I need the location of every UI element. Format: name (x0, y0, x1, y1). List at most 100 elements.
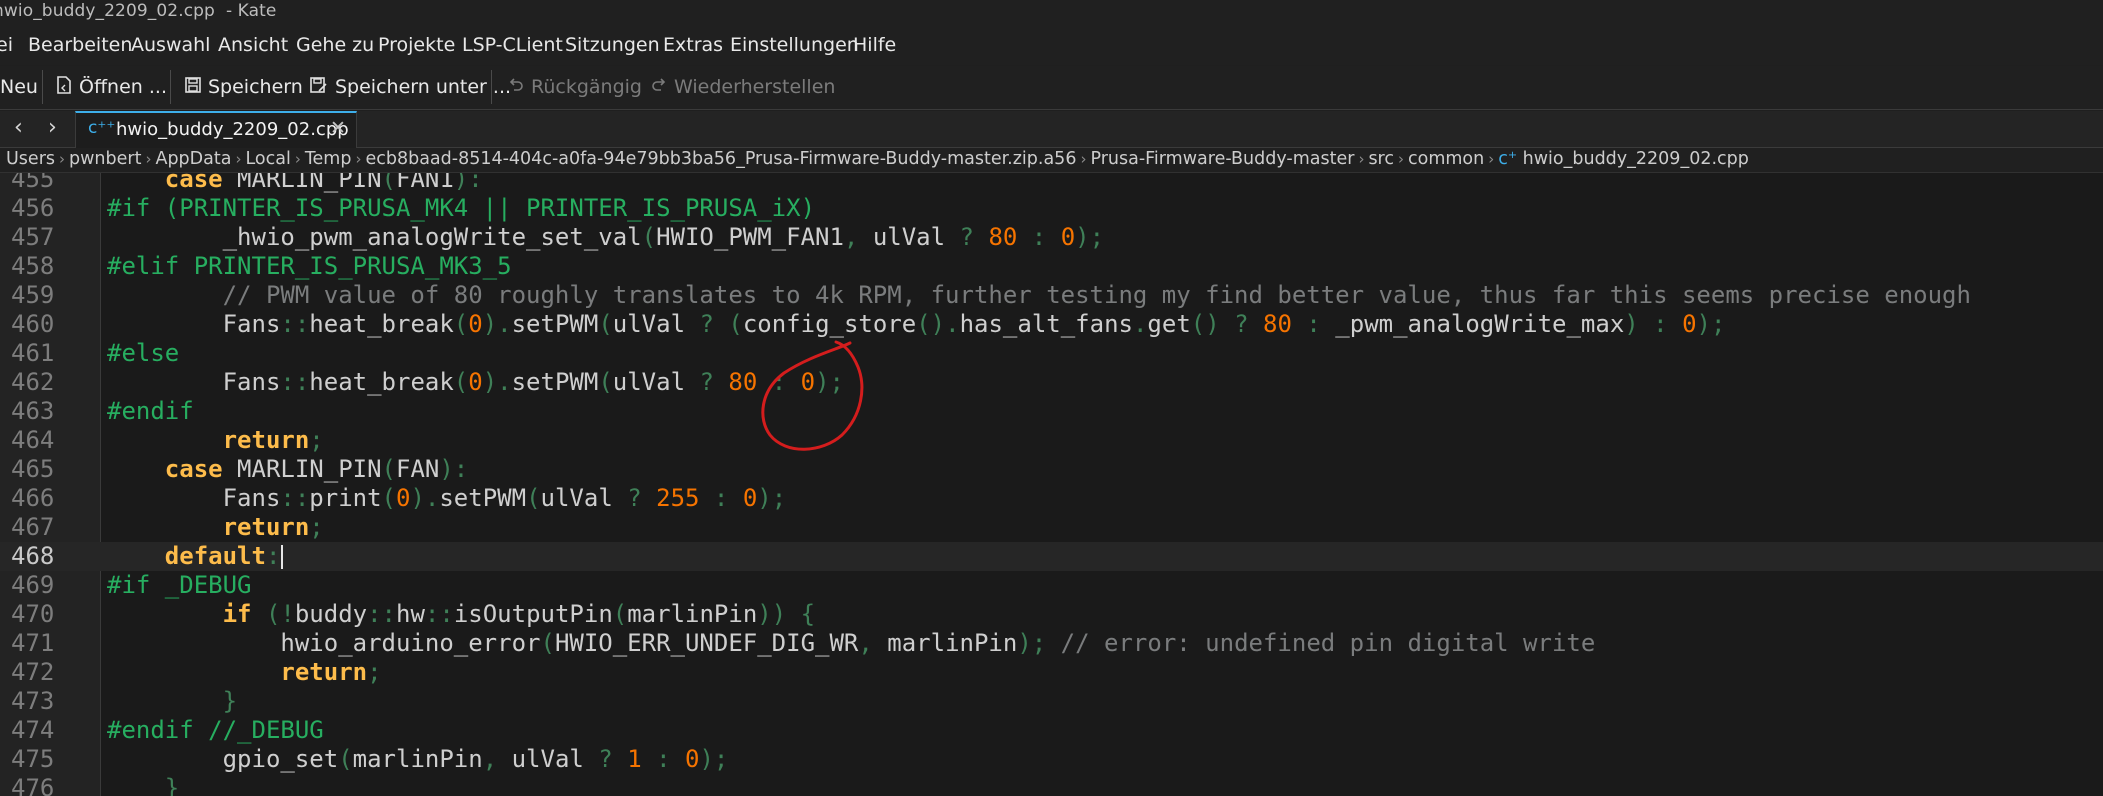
code-line[interactable]: 469 #if _DEBUG (0, 571, 2103, 600)
code-line[interactable]: 465 case MARLIN_PIN(FAN): (0, 455, 2103, 484)
code-line[interactable]: 472 return; (0, 658, 2103, 687)
menu-view[interactable]: Ansicht (218, 34, 288, 56)
code-text: gpio_set(marlinPin, ulVal ? 1 : 0); (107, 745, 729, 774)
undo-button[interactable]: Rückgängig (508, 72, 642, 102)
code-line[interactable]: 463 #endif (0, 397, 2103, 426)
code-token: #endif //_DEBUG (107, 716, 324, 744)
code-token: 0 (685, 745, 700, 773)
code-text: return; (107, 513, 324, 542)
code-text: #endif (107, 397, 194, 426)
breadcrumb-item[interactable]: Local (245, 149, 290, 169)
menu-go[interactable]: Gehe zu (296, 34, 374, 56)
save-as-button[interactable]: Speichern unter ... (310, 72, 511, 102)
code-token: hwio_arduino_error (107, 629, 541, 657)
breadcrumb-separator: › (235, 150, 242, 168)
code-line[interactable]: 473 } (0, 687, 2103, 716)
menu-bar: ei Bearbeiten Auswahl Ansicht Gehe zu Pr… (0, 29, 2103, 65)
code-token: :: (280, 310, 310, 338)
code-editor[interactable]: 455 case MARLIN_PIN(FAN1): 456 #if (PRINTE… (0, 173, 2103, 796)
breadcrumb-item[interactable]: hwio_buddy_2209_02.cpp (1523, 149, 1749, 169)
line-number: 455 (11, 173, 55, 193)
menu-tools[interactable]: Extras (663, 34, 723, 56)
code-text: #if (PRINTER_IS_PRUSA_MK4 || PRINTER_IS_… (107, 194, 815, 223)
breadcrumb-item[interactable]: src (1368, 149, 1394, 169)
code-line[interactable]: 457 _hwio_pwm_analogWrite_set_val(HWIO_P… (0, 223, 2103, 252)
code-line[interactable]: 475 gpio_set(marlinPin, ulVal ? 1 : 0); (0, 745, 2103, 774)
save-as-label: Speichern unter ... (335, 76, 512, 98)
menu-edit[interactable]: Bearbeiten (28, 34, 132, 56)
code-token: (). (916, 310, 960, 338)
code-token: case (164, 173, 223, 193)
breadcrumb-item[interactable]: pwnbert (69, 149, 141, 169)
redo-button[interactable]: Wiederherstellen (651, 72, 835, 102)
code-line[interactable]: 470 if (!buddy::hw::isOutputPin(marlinPi… (0, 600, 2103, 629)
code-line[interactable]: 468 default: (0, 542, 2103, 571)
code-token: _pwm_analogWrite_max (1335, 310, 1625, 338)
menu-settings[interactable]: Einstellungen (730, 34, 859, 56)
menu-sessions[interactable]: Sitzungen (565, 34, 660, 56)
breadcrumb-item[interactable]: AppData (155, 149, 231, 169)
code-line[interactable]: 462 Fans::heat_break(0).setPWM(ulVal ? 8… (0, 368, 2103, 397)
breadcrumb-item[interactable]: Temp (305, 149, 352, 169)
code-token: ); (699, 745, 729, 773)
tab-hwio-buddy[interactable]: c⁺⁺ hwio_buddy_2209_02.cpp ✕ (75, 111, 357, 148)
menu-projects[interactable]: Projekte (378, 34, 455, 56)
code-text: // PWM value of 80 roughly translates to… (107, 281, 1971, 310)
cpp-file-icon: c⁺ (1498, 149, 1523, 169)
code-line[interactable]: 459 // PWM value of 80 roughly translate… (0, 281, 2103, 310)
menu-selection[interactable]: Auswahl (131, 34, 210, 56)
code-token: :: (280, 368, 310, 396)
breadcrumb-item[interactable]: Prusa-Firmware-Buddy-master (1090, 149, 1354, 169)
code-line[interactable]: 466 Fans::print(0).setPWM(ulVal ? 255 : … (0, 484, 2103, 513)
code-token: ( (338, 745, 353, 773)
code-line[interactable]: 455 case MARLIN_PIN(FAN1): (0, 173, 2103, 194)
code-text: } (107, 687, 237, 716)
code-line[interactable]: 461 #else (0, 339, 2103, 368)
code-token: 0 (800, 368, 816, 396)
breadcrumb-item[interactable]: Users (6, 149, 55, 169)
code-token: return (222, 513, 310, 541)
open-button[interactable]: Öffnen ... (56, 72, 167, 102)
code-token: #if (PRINTER_IS_PRUSA_MK4 || PRINTER_IS_… (107, 194, 816, 222)
code-token: #if _DEBUG (107, 571, 252, 599)
code-token: 1 (627, 745, 642, 773)
breadcrumb-item[interactable]: ecb8baad-8514-404c-a0fa-94e79bb3ba56_Pru… (365, 149, 1076, 169)
save-button[interactable]: Speichern (185, 72, 303, 102)
code-text: Fans::heat_break(0).setPWM(ulVal ? 80 : … (107, 368, 844, 397)
code-line[interactable]: 460 Fans::heat_break(0).setPWM(ulVal ? (… (0, 310, 2103, 339)
code-token: ); (757, 484, 787, 512)
menu-help[interactable]: Hilfe (853, 34, 896, 56)
code-line[interactable]: 471 hwio_arduino_error(HWIO_ERR_UNDEF_DI… (0, 629, 2103, 658)
code-token: print (309, 484, 382, 512)
code-line[interactable]: 467 return; (0, 513, 2103, 542)
code-token: ulVal (612, 368, 700, 396)
code-line[interactable]: 464 return; (0, 426, 2103, 455)
new-button[interactable]: Neu (0, 72, 38, 102)
title-bar: hwio_buddy_2209_02.cpp - Kate (0, 0, 2103, 29)
chevron-right-icon[interactable]: › (48, 115, 57, 140)
code-line[interactable]: 458 #elif PRINTER_IS_PRUSA_MK3_5 (0, 252, 2103, 281)
code-text: case MARLIN_PIN(FAN): (107, 455, 468, 484)
menu-file[interactable]: ei (0, 34, 13, 56)
code-token: )) { (757, 600, 816, 628)
code-line[interactable]: 456 #if (PRINTER_IS_PRUSA_MK4 || PRINTER_… (0, 194, 2103, 223)
code-token: ( (453, 368, 469, 396)
chevron-left-icon[interactable]: ‹ (14, 115, 23, 140)
code-line[interactable]: 474 #endif //_DEBUG (0, 716, 2103, 745)
breadcrumb-item[interactable]: common (1408, 149, 1484, 169)
menu-lsp-client[interactable]: LSP-CLient (462, 34, 563, 56)
code-token: , (858, 629, 888, 657)
code-token: get (1147, 310, 1191, 338)
code-token: Fans (107, 310, 281, 338)
code-line[interactable]: 476 } (0, 774, 2103, 796)
close-icon[interactable]: ✕ (330, 117, 346, 139)
code-token: default (164, 542, 266, 570)
code-text: #if _DEBUG (107, 571, 252, 600)
code-token: #else (107, 339, 180, 367)
breadcrumb-separator: › (145, 150, 152, 168)
